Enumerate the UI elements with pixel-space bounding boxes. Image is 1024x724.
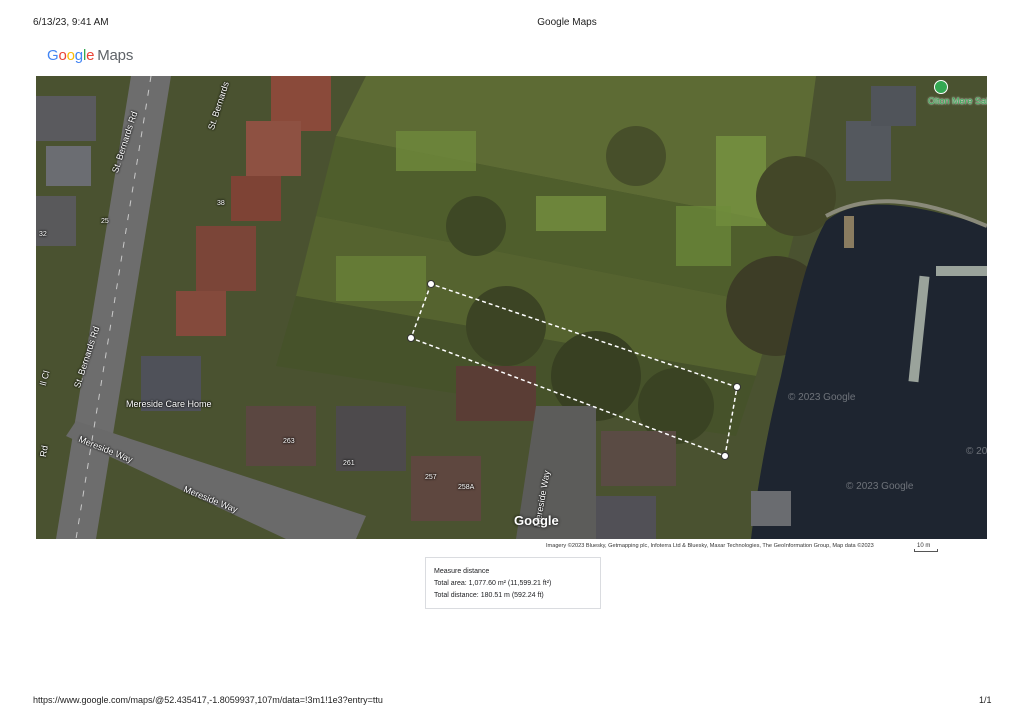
house-number: 263 — [283, 438, 295, 445]
house-number: 261 — [343, 460, 355, 467]
map-attribution[interactable]: Imagery ©2023 Bluesky, Getmapping plc, I… — [546, 543, 874, 549]
copyright-watermark: © 2023 Google — [846, 481, 914, 492]
measure-heading: Measure distance — [434, 568, 490, 575]
house-number: 257 — [425, 474, 437, 481]
measure-total-area: Total area: 1,077.60 m² (11,599.21 ft²) — [434, 580, 552, 587]
satellite-map[interactable]: St. Bernards Rd St. Bernards Rd St. Bern… — [36, 76, 987, 539]
street-label: Rd — [38, 444, 50, 458]
copyright-watermark: © 2023 Google — [788, 392, 856, 403]
google-maps-logo: Google Maps — [47, 47, 133, 64]
measure-total-distance: Total distance: 180.51 m (592.24 ft) — [434, 592, 544, 599]
satellite-imagery — [36, 76, 987, 539]
poi-pin-icon[interactable] — [934, 80, 948, 94]
scale-bar — [914, 549, 938, 552]
measure-distance-card: Measure distance Total area: 1,077.60 m²… — [425, 557, 601, 609]
copyright-watermark: © 2023 Google — [966, 446, 987, 457]
maps-wordmark: Maps — [97, 47, 134, 64]
house-number: 38 — [217, 200, 225, 207]
google-wordmark: Google — [47, 47, 95, 64]
house-number: 258A — [458, 484, 475, 491]
print-footer-page: 1/1 — [979, 695, 992, 705]
house-number: 32 — [39, 231, 47, 238]
poi-label[interactable]: Mereside Care Home — [126, 399, 212, 409]
poi-label[interactable]: Olton Mere Sai — [928, 96, 987, 106]
print-footer-url: https://www.google.com/maps/@52.435417,-… — [33, 695, 383, 705]
print-title: Google Maps — [537, 17, 597, 28]
house-number: 25 — [101, 218, 109, 225]
google-watermark: Google — [514, 513, 559, 528]
